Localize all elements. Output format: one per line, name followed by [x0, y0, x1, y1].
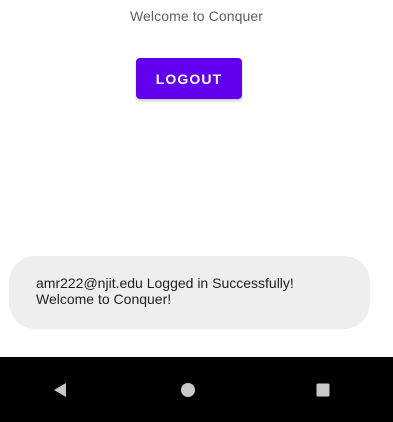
back-button[interactable] [30, 357, 90, 422]
toast-message-line-2: Welcome to Conquer! [36, 291, 172, 307]
system-navigation-bar [0, 357, 393, 422]
home-circle-icon [181, 382, 195, 397]
recents-square-icon [316, 383, 330, 396]
back-triangle-icon [54, 382, 66, 397]
app-screen: Welcome to Conquer LOGOUT amr222@njit.ed… [0, 0, 393, 422]
recents-button[interactable] [293, 357, 353, 422]
toast-message-line-1: amr222@njit.edu Logged in Successfully! [36, 275, 294, 291]
home-button[interactable] [158, 357, 218, 422]
login-success-toast: amr222@njit.edu Logged in Successfully! … [9, 256, 370, 329]
welcome-text: Welcome to Conquer [129, 8, 264, 24]
logout-button[interactable]: LOGOUT [136, 58, 242, 99]
